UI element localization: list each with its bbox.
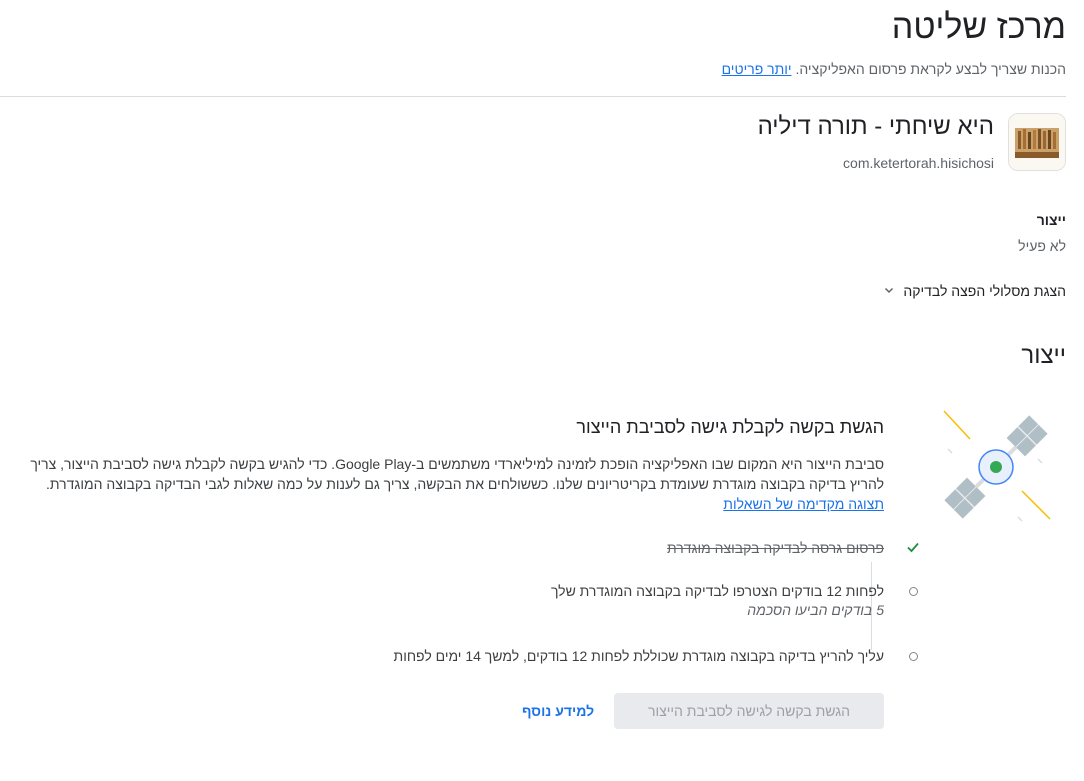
preview-questions-link[interactable]: תצוגה מקדימה של השאלות: [723, 496, 884, 512]
learn-more-link[interactable]: למידע נוסף: [522, 703, 594, 719]
pending-step-icon: [906, 584, 920, 598]
production-access-description: סביבת הייצור היא המקום שבו האפליקציה הופ…: [12, 454, 884, 514]
step-run-closed-test: עליך להריץ בדיקה בקבוצה מוגדרת שכוללת לפ…: [393, 648, 918, 664]
chevron-down-icon: [883, 283, 895, 299]
production-section-heading: ייצור: [1021, 342, 1066, 369]
page-subtitle: הכנות שצריך לבצע לקראת פרסום האפליקציה. …: [722, 61, 1066, 77]
production-status-label: ייצור: [1036, 212, 1066, 228]
check-icon: [906, 540, 920, 554]
page-title: מרכז שליטה: [891, 8, 1066, 46]
step-2-subtext: 5 בודקים הביעו הסכמה: [747, 602, 884, 618]
production-status-value: לא פעיל: [1018, 238, 1066, 254]
app-icon: [1008, 113, 1066, 171]
subtitle-text: הכנות שצריך לבצע לקראת פרסום האפליקציה.: [795, 61, 1066, 77]
step-publish-closed-test: פרסום גרסה לבדיקה בקבוצה מוגדרת: [667, 540, 919, 556]
satellite-illustration: [934, 405, 1058, 529]
production-access-card-title: הגשת בקשה לקבלת גישה לסביבת הייצור: [576, 417, 884, 437]
description-text: סביבת הייצור היא המקום שבו האפליקציה הופ…: [30, 456, 884, 492]
more-details-link[interactable]: יותר פריטים: [722, 61, 792, 77]
step-2-text: לפחות 12 בודקים הצטרפו לבדיקה בקבוצה המו…: [550, 583, 884, 599]
pending-step-icon: [906, 649, 920, 663]
step-3-text: עליך להריץ בדיקה בקבוצה מוגדרת שכוללת לפ…: [393, 648, 884, 664]
app-package-id: com.ketertorah.hisichosi: [843, 155, 994, 171]
app-name: היא שיחתי - תורה דיליה: [757, 113, 994, 140]
apply-production-access-button[interactable]: הגשת בקשה לגישה לסביבת הייצור: [614, 693, 884, 729]
tracks-toggle-label: הצגת מסלולי הפצה לבדיקה: [903, 283, 1066, 299]
header-divider: [0, 96, 1066, 97]
show-testing-tracks-toggle[interactable]: הצגת מסלולי הפצה לבדיקה: [883, 283, 1066, 299]
step-1-text: פרסום גרסה לבדיקה בקבוצה מוגדרת: [667, 540, 884, 556]
step-testers-joined: לפחות 12 בודקים הצטרפו לבדיקה בקבוצה המו…: [550, 583, 918, 618]
